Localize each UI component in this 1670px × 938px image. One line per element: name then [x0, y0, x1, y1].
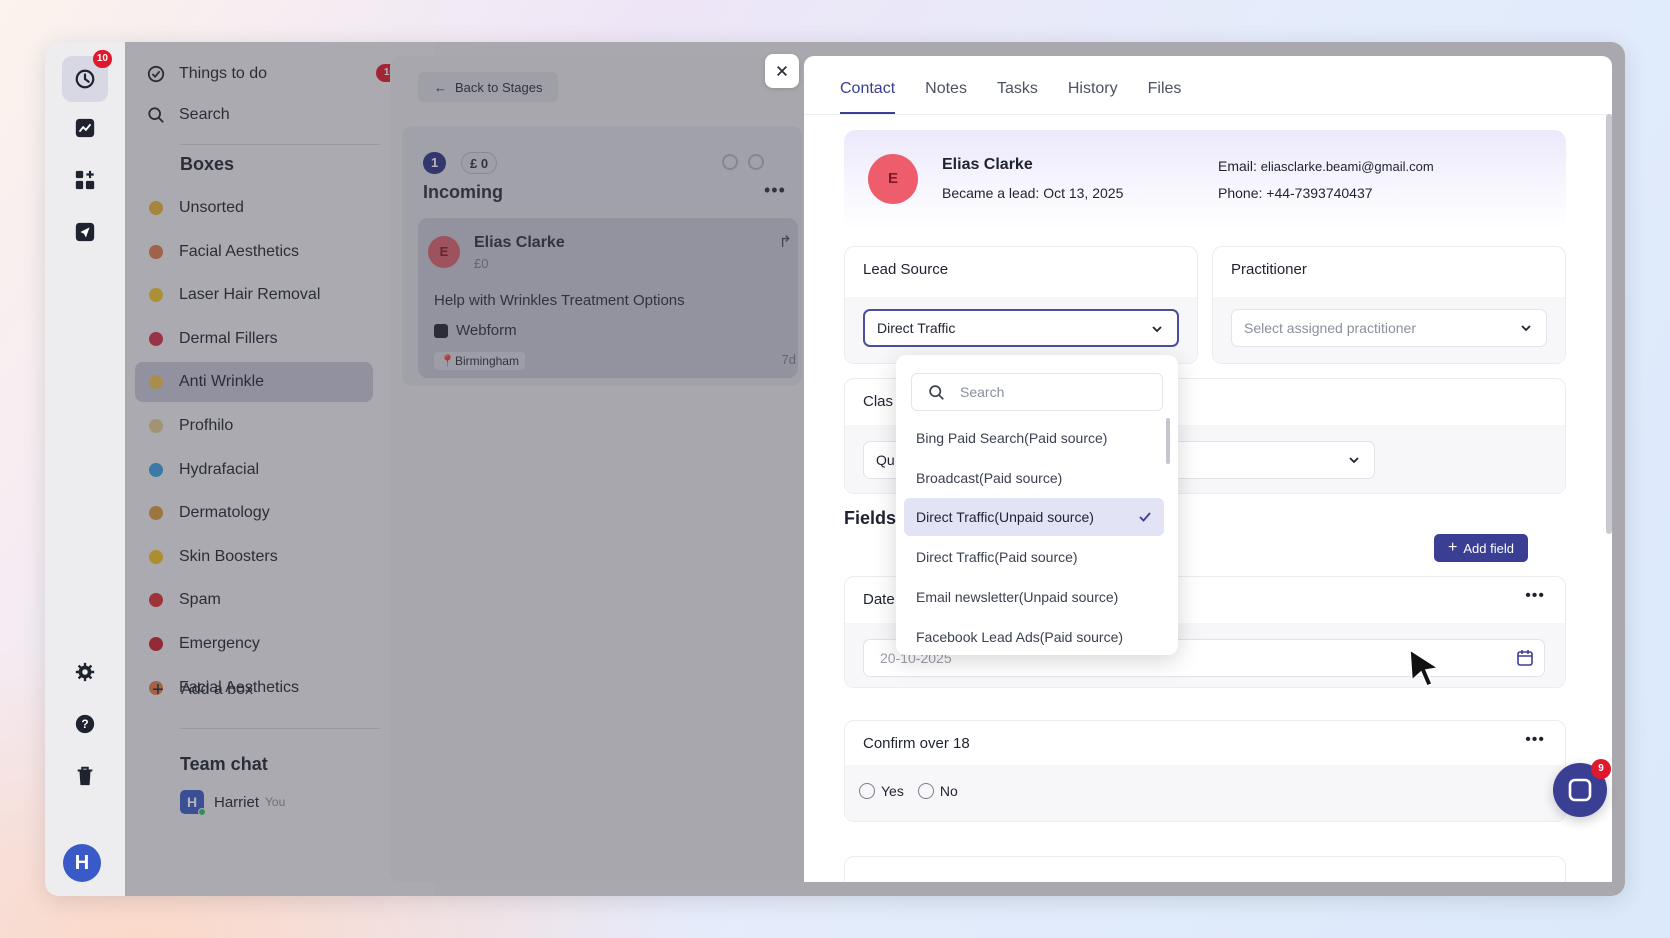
calendar-icon[interactable] [1516, 649, 1534, 667]
dropdown-option[interactable]: Direct Traffic(Unpaid source) [904, 498, 1164, 537]
checkmark-icon [1139, 512, 1151, 523]
fields-heading: Fields [844, 508, 897, 528]
help-icon: ? [75, 714, 95, 734]
contact-card: E Elias Clarke Became a lead: Oct 13, 20… [844, 130, 1566, 230]
chevron-down-icon [1152, 326, 1162, 333]
confirm-over-18-box: Confirm over 18 ••• Yes No [844, 720, 1566, 822]
dropdown-option-label: Email newsletter(Unpaid source) [916, 588, 1119, 605]
send-rail-button[interactable] [65, 212, 105, 252]
date-field-more-icon[interactable]: ••• [1525, 587, 1545, 605]
dropdown-option-label: Facebook Lead Ads(Paid source) [916, 628, 1124, 645]
search-icon [929, 385, 944, 400]
grid-icon [75, 170, 95, 190]
dropdown-option[interactable]: Facebook Lead Ads(Paid source) [904, 618, 1164, 656]
contact-phone: Phone: +44-7393740437 [1218, 185, 1373, 201]
tab-history[interactable]: History [1068, 80, 1118, 114]
practitioner-select[interactable]: Select assigned practitioner [1231, 309, 1547, 347]
analytics-rail-button[interactable] [65, 108, 105, 148]
logo-icon [75, 69, 95, 89]
settings-rail-button[interactable] [65, 652, 105, 692]
email-value[interactable]: eliasclarke.beami@gmail.com [1261, 159, 1434, 174]
dropdown-search-placeholder: Search [960, 384, 1005, 400]
app-logo-button[interactable]: 10 [62, 50, 112, 102]
radio-circle [917, 783, 934, 799]
trash-rail-button[interactable] [65, 756, 105, 796]
help-rail-button[interactable]: ? [65, 704, 105, 744]
dropdown-search-input[interactable]: Search [911, 373, 1163, 411]
lead-source-select[interactable]: Direct Traffic [863, 309, 1179, 347]
phone-value[interactable]: +44-7393740437 [1266, 185, 1372, 201]
practitioner-box: Practitioner Select assigned practitione… [1212, 246, 1566, 364]
contact-email: Email: eliasclarke.beami@gmail.com [1218, 158, 1434, 174]
add-field-button[interactable]: + Add field [1434, 534, 1528, 562]
apps-rail-button[interactable] [65, 160, 105, 200]
icon-rail: 10 ? H [45, 42, 125, 896]
tab-contact[interactable]: Contact [840, 80, 896, 114]
lead-source-dropdown: Search Bing Paid Search(Paid source) Broa… [896, 355, 1178, 655]
chat-badge: 9 [1591, 759, 1611, 779]
dropdown-option[interactable]: Broadcast(Paid source) [904, 459, 1164, 497]
tab-tasks[interactable]: Tasks [997, 80, 1038, 114]
drawer-scrollbar[interactable] [1606, 114, 1612, 534]
tab-files[interactable]: Files [1148, 80, 1182, 114]
app-window: 10 ? H Things to do 10 Search [45, 42, 1625, 896]
chevron-down-icon [1349, 457, 1359, 464]
practitioner-placeholder: Select assigned practitioner [1244, 320, 1416, 336]
dropdown-option-label: Broadcast(Paid source) [916, 469, 1063, 486]
dropdown-option-label: Direct Traffic(Paid source) [916, 549, 1078, 566]
contact-avatar: E [868, 154, 918, 204]
trash-icon [77, 766, 93, 786]
dropdown-option[interactable]: Direct Traffic(Paid source) [904, 538, 1164, 576]
drawer-tabs: Contact Notes Tasks History Files [840, 56, 1211, 114]
confirm-title: Confirm over 18 [863, 735, 970, 752]
close-icon [777, 66, 787, 76]
chevron-down-icon [1521, 325, 1531, 332]
confirm-radio-group: Yes No [859, 783, 958, 799]
date-field-title: Date [863, 591, 895, 608]
mouse-cursor-icon [1409, 648, 1441, 687]
dropdown-option-label: Direct Traffic(Unpaid source) [916, 509, 1094, 526]
lead-source-box: Lead Source Direct Traffic [844, 246, 1198, 364]
chart-icon [75, 118, 95, 138]
classification-title: Clas [863, 393, 894, 410]
tabs-divider [804, 114, 1612, 115]
add-field-label: Add field [1463, 540, 1514, 556]
gear-icon [75, 662, 95, 682]
dropdown-option-label: Bing Paid Search(Paid source) [916, 430, 1108, 446]
classification-value: Qu [876, 452, 895, 468]
send-icon [75, 222, 95, 242]
radio-no[interactable]: No [917, 783, 958, 799]
practitioner-title: Practitioner [1231, 261, 1307, 278]
dropdown-scrollbar[interactable] [1166, 418, 1170, 464]
lead-source-title: Lead Source [863, 261, 949, 278]
lead-source-value: Direct Traffic [877, 320, 956, 336]
contact-name: Elias Clarke [942, 156, 1033, 173]
chat-launcher-button[interactable]: 9 [1553, 759, 1611, 817]
next-field-box [844, 856, 1566, 882]
tab-notes[interactable]: Notes [925, 80, 967, 114]
became-lead-date: Oct 13, 2025 [1043, 185, 1124, 201]
logo-badge: 10 [92, 50, 112, 68]
user-avatar[interactable]: H [63, 844, 101, 882]
dropdown-option[interactable]: Bing Paid Search(Paid source) [904, 419, 1164, 457]
close-button[interactable] [765, 54, 799, 88]
chat-icon [1568, 778, 1592, 802]
radio-circle [859, 783, 875, 799]
dropdown-option[interactable]: Email newsletter(Unpaid source) [904, 578, 1164, 616]
confirm-more-icon[interactable]: ••• [1525, 731, 1545, 749]
plus-icon: + [1448, 539, 1458, 556]
became-lead: Became a lead: Oct 13, 2025 [942, 185, 1124, 201]
radio-yes[interactable]: Yes [859, 783, 904, 799]
svg-text:?: ? [81, 717, 88, 731]
